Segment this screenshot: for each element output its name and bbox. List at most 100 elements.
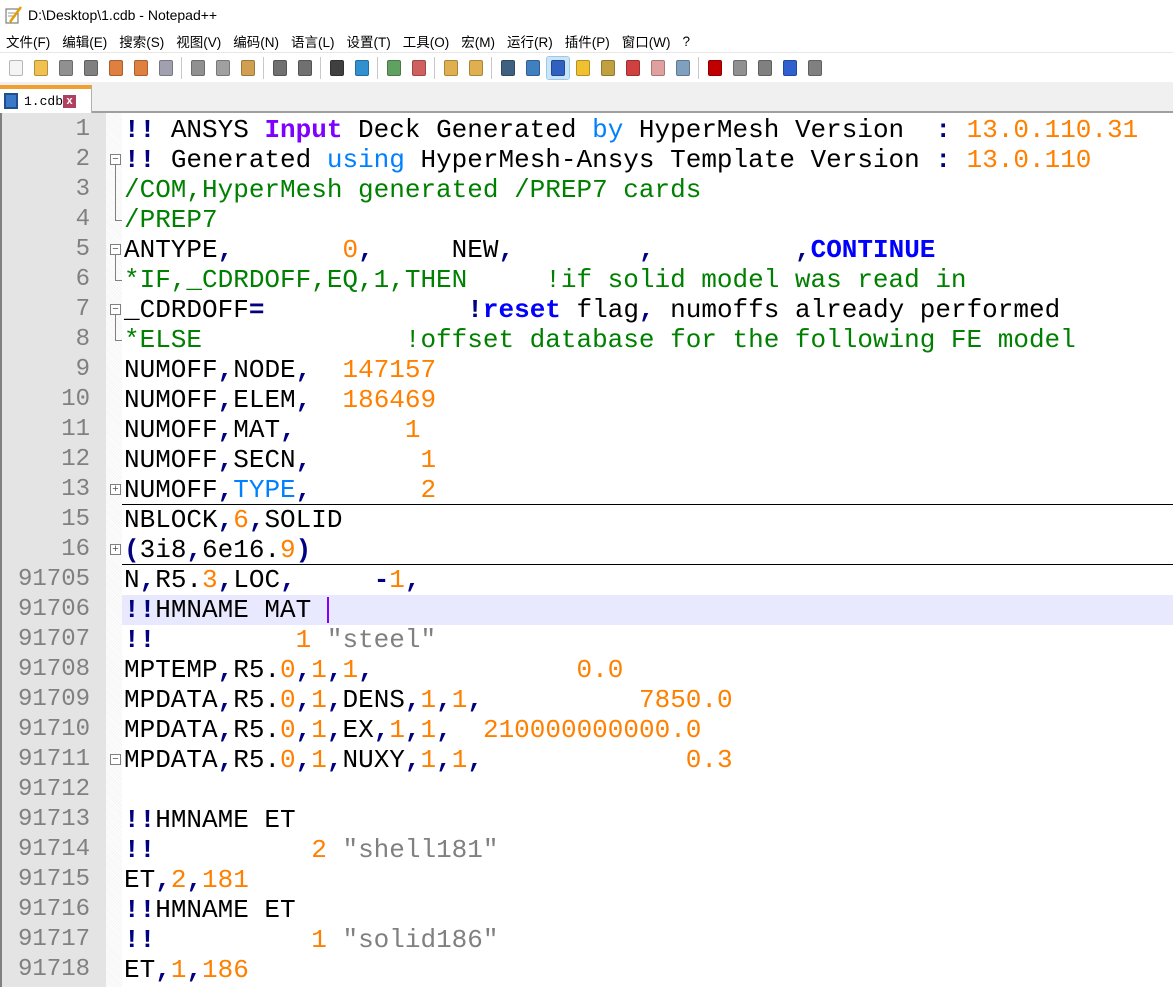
menu-item-12[interactable]: ?: [676, 34, 696, 49]
cut-button[interactable]: [187, 57, 209, 79]
line-text[interactable]: !! ANSYS Input Deck Generated by HyperMe…: [122, 115, 1173, 145]
line-text[interactable]: (3i8,6e16.9): [122, 535, 1173, 565]
menu-item-11[interactable]: 窗口(W): [616, 31, 677, 51]
menu-item-2[interactable]: 搜索(S): [113, 31, 170, 51]
find-button[interactable]: [326, 57, 348, 79]
editor-line[interactable]: 1!! ANSYS Input Deck Generated by HyperM…: [2, 115, 1173, 145]
editor-line[interactable]: 8 *ELSE !offset database for the followin…: [2, 325, 1173, 355]
editor-line[interactable]: 11 NUMOFF,MAT, 1: [2, 415, 1173, 445]
editor-line[interactable]: 2 −!! Generated using HyperMesh-Ansys Tem…: [2, 145, 1173, 175]
editor-line[interactable]: 91718 ET,1,186: [2, 955, 1173, 985]
editor-line[interactable]: 91709 MPDATA,R5.0,1,DENS,1,1, 7850.0: [2, 685, 1173, 715]
editor-line[interactable]: 91713 !!HMNAME ET: [2, 805, 1173, 835]
menu-item-3[interactable]: 视图(V): [170, 31, 227, 51]
line-text[interactable]: !! 1 "solid186": [122, 925, 1173, 955]
fold-marker[interactable]: +: [108, 535, 122, 565]
fold-marker[interactable]: −: [108, 745, 122, 775]
play-macro-button[interactable]: [754, 57, 776, 79]
line-text[interactable]: ET,1,186: [122, 955, 1173, 985]
line-text[interactable]: NUMOFF,SECN, 1: [122, 445, 1173, 475]
line-text[interactable]: N,R5.3,LOC, -1,: [122, 565, 1173, 595]
editor-line[interactable]: 91706 !!HMNAME MAT: [2, 595, 1173, 625]
line-text[interactable]: MPDATA,R5.0,1,NUXY,1,1, 0.3: [122, 745, 1173, 775]
show-all-chars-button[interactable]: [522, 57, 544, 79]
line-text[interactable]: !!HMNAME ET: [122, 805, 1173, 835]
editor-line[interactable]: 16 + (3i8,6e16.9): [2, 535, 1173, 565]
fold-marker[interactable]: −: [108, 235, 122, 265]
print-button[interactable]: [155, 57, 177, 79]
editor-line[interactable]: 15 NBLOCK,6,SOLID: [2, 505, 1173, 535]
menu-item-1[interactable]: 编辑(E): [56, 31, 113, 51]
editor-line[interactable]: 10 NUMOFF,ELEM, 186469: [2, 385, 1173, 415]
editor-line[interactable]: 91710 MPDATA,R5.0,1,EX,1,1, 210000000000.…: [2, 715, 1173, 745]
menu-item-8[interactable]: 宏(M): [455, 31, 501, 51]
line-text[interactable]: NUMOFF,TYPE, 2: [122, 475, 1173, 505]
editor-line[interactable]: 91716 !!HMNAME ET: [2, 895, 1173, 925]
line-text[interactable]: [122, 775, 1173, 805]
function-list-button[interactable]: [622, 57, 644, 79]
line-text[interactable]: _CDRDOFF= !reset flag, numoffs already p…: [122, 295, 1173, 325]
run-macro-multiple-button[interactable]: [779, 57, 801, 79]
editor-area[interactable]: 1!! ANSYS Input Deck Generated by HyperM…: [0, 113, 1173, 987]
line-text[interactable]: MPDATA,R5.0,1,DENS,1,1, 7850.0: [122, 685, 1173, 715]
editor-line[interactable]: 9 NUMOFF,NODE, 147157: [2, 355, 1173, 385]
line-text[interactable]: NUMOFF,ELEM, 186469: [122, 385, 1173, 415]
menu-item-9[interactable]: 运行(R): [501, 31, 559, 51]
editor-line[interactable]: 91708 MPTEMP,R5.0,1,1, 0.0: [2, 655, 1173, 685]
editor-line[interactable]: 5− ANTYPE, 0, NEW, , ,CONTINUE: [2, 235, 1173, 265]
editor-line[interactable]: 91711− MPDATA,R5.0,1,NUXY,1,1, 0.3: [2, 745, 1173, 775]
editor-line[interactable]: 3/COM,HyperMesh generated /PREP7 cards: [2, 175, 1173, 205]
line-text[interactable]: !!HMNAME MAT: [122, 595, 1173, 625]
editor-line[interactable]: 6 *IF,_CDRDOFF,EQ,1,THEN !if solid model …: [2, 265, 1173, 295]
copy-button[interactable]: [212, 57, 234, 79]
menu-item-7[interactable]: 工具(O): [397, 31, 456, 51]
undo-button[interactable]: [269, 57, 291, 79]
line-text[interactable]: !!HMNAME ET: [122, 895, 1173, 925]
folder-workspace-button[interactable]: [647, 57, 669, 79]
indent-guide-button[interactable]: [545, 55, 570, 80]
sync-horizontal-button[interactable]: [465, 57, 487, 79]
close-button[interactable]: [105, 57, 127, 79]
open-file-button[interactable]: [30, 57, 52, 79]
record-macro-button[interactable]: [704, 57, 726, 79]
line-text[interactable]: NUMOFF,NODE, 147157: [122, 355, 1173, 385]
editor-line[interactable]: 7 − _CDRDOFF= !reset flag, numoffs already…: [2, 295, 1173, 325]
line-text[interactable]: MPTEMP,R5.0,1,1, 0.0: [122, 655, 1173, 685]
monitoring-button[interactable]: [672, 57, 694, 79]
save-button[interactable]: [55, 57, 77, 79]
save-all-button[interactable]: [80, 57, 102, 79]
paste-button[interactable]: [237, 57, 259, 79]
fold-marker[interactable]: −: [108, 295, 122, 325]
replace-button[interactable]: [351, 57, 373, 79]
editor-line[interactable]: 91715 ET,2,181: [2, 865, 1173, 895]
fold-marker[interactable]: −: [108, 145, 122, 175]
line-text[interactable]: !! 2 "shell181": [122, 835, 1173, 865]
new-file-button[interactable]: [5, 57, 27, 79]
line-text[interactable]: NUMOFF,MAT, 1: [122, 415, 1173, 445]
line-text[interactable]: *ELSE !offset database for the following…: [122, 325, 1173, 355]
line-text[interactable]: ANTYPE, 0, NEW, , ,CONTINUE: [122, 235, 1173, 265]
menu-item-4[interactable]: 编码(N): [227, 31, 285, 51]
line-text[interactable]: !! Generated using HyperMesh-Ansys Templ…: [122, 145, 1173, 175]
stop-macro-button[interactable]: [729, 57, 751, 79]
editor-line[interactable]: 13 + NUMOFF,TYPE, 2: [2, 475, 1173, 505]
line-text[interactable]: ET,2,181: [122, 865, 1173, 895]
doc-map-button[interactable]: [597, 57, 619, 79]
editor-line[interactable]: 91714!! 2 "shell181": [2, 835, 1173, 865]
word-wrap-button[interactable]: [497, 57, 519, 79]
editor-line[interactable]: 91717!! 1 "solid186": [2, 925, 1173, 955]
line-text[interactable]: /PREP7: [122, 205, 1173, 235]
line-text[interactable]: !! 1 "steel": [122, 625, 1173, 655]
menu-item-6[interactable]: 设置(T): [341, 31, 397, 51]
tab-1-cdb[interactable]: 1.cdb x: [0, 85, 92, 113]
line-text[interactable]: MPDATA,R5.0,1,EX,1,1, 210000000000.0: [122, 715, 1173, 745]
menu-item-5[interactable]: 语言(L): [285, 31, 341, 51]
udl-button[interactable]: [572, 57, 594, 79]
line-text[interactable]: NBLOCK,6,SOLID: [122, 505, 1173, 535]
menu-item-10[interactable]: 插件(P): [559, 31, 616, 51]
zoom-in-button[interactable]: [383, 57, 405, 79]
editor-line[interactable]: 4/PREP7: [2, 205, 1173, 235]
editor-line[interactable]: 91712: [2, 775, 1173, 805]
zoom-out-button[interactable]: [408, 57, 430, 79]
line-text[interactable]: *IF,_CDRDOFF,EQ,1,THEN !if solid model w…: [122, 265, 1173, 295]
